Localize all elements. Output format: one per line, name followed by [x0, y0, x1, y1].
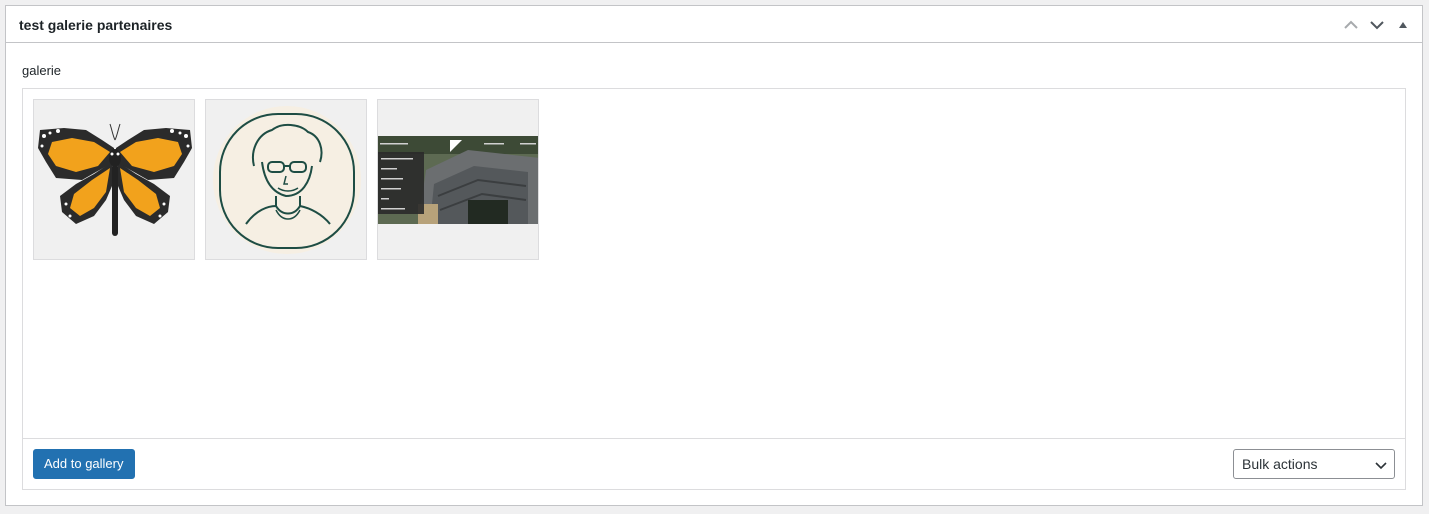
gallery-toolbar: Add to gallery Bulk actions — [23, 438, 1405, 489]
website-screenshot-image — [378, 136, 538, 224]
bulk-actions-select[interactable]: Bulk actions — [1233, 449, 1395, 479]
bulk-actions-value: Bulk actions — [1242, 456, 1318, 472]
gallery-field: Add to gallery Bulk actions — [22, 88, 1406, 490]
triangle-up-icon — [1399, 22, 1407, 28]
butterfly-image — [38, 123, 192, 236]
gallery-item[interactable] — [33, 99, 195, 260]
chevron-down-icon — [1370, 21, 1384, 30]
field-label: galerie — [22, 63, 62, 78]
chevron-down-icon — [1375, 462, 1387, 470]
handle-actions — [1338, 14, 1416, 36]
metabox: test galerie partenaires galerie Add to … — [5, 5, 1423, 506]
metabox-title: test galerie partenaires — [19, 17, 173, 33]
portrait-illustration-image — [213, 106, 361, 254]
toggle-panel-button[interactable] — [1390, 14, 1416, 36]
gallery-item[interactable] — [377, 99, 539, 260]
chevron-up-icon — [1344, 20, 1358, 29]
metabox-header: test galerie partenaires — [6, 6, 1422, 43]
gallery-attachments — [33, 99, 539, 260]
gallery-item[interactable] — [205, 99, 367, 260]
add-to-gallery-button[interactable]: Add to gallery — [33, 449, 135, 479]
move-up-button[interactable] — [1338, 14, 1364, 36]
move-down-button[interactable] — [1364, 14, 1390, 36]
